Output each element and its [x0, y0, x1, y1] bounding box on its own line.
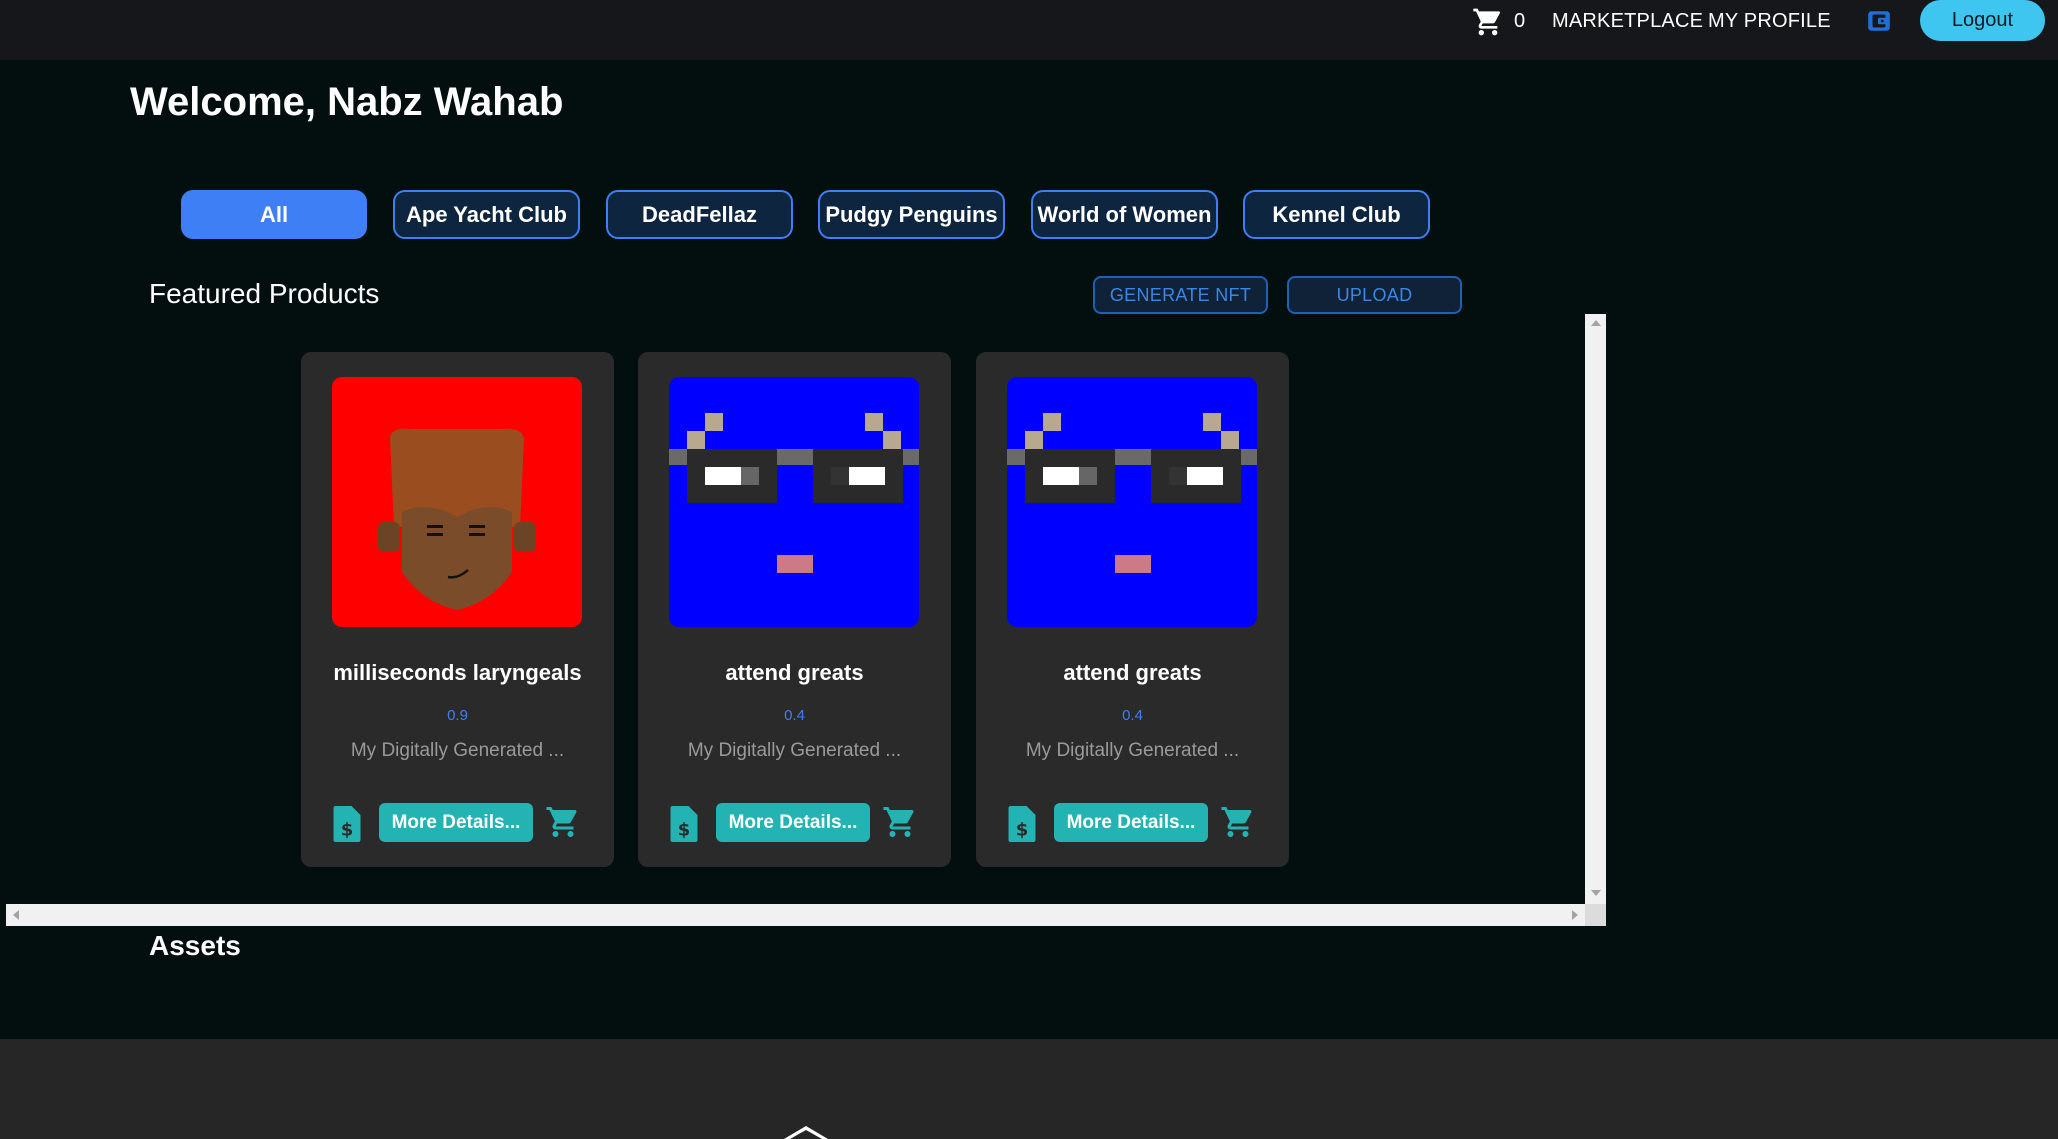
svg-text:$: $ — [1016, 819, 1029, 840]
product-image[interactable] — [1007, 377, 1257, 627]
footer — [0, 1039, 2058, 1139]
product-image[interactable] — [669, 377, 919, 627]
nav-my-profile-link[interactable]: MY PROFILE — [1708, 10, 1831, 33]
product-price: 0.9 — [447, 707, 468, 724]
product-name: attend greats — [1063, 660, 1202, 685]
scroll-down-arrow[interactable] — [1591, 890, 1601, 896]
scrollbar-corner — [1585, 904, 1606, 926]
scroll-left-arrow[interactable] — [13, 910, 19, 920]
product-description: My Digitally Generated ... — [350, 740, 565, 761]
product-price: 0.4 — [1122, 707, 1143, 724]
upload-button[interactable]: UPLOAD — [1287, 276, 1462, 314]
product-card: attend greats 0.4 My Digitally Generated… — [638, 352, 951, 867]
invoice-document-icon[interactable]: $ — [333, 806, 361, 842]
nav-marketplace-link[interactable]: MARKETPLACE — [1552, 10, 1703, 33]
product-name: milliseconds laryngeals — [333, 660, 582, 685]
add-to-cart-icon[interactable] — [882, 804, 918, 840]
more-details-button[interactable]: More Details... — [1054, 803, 1208, 842]
more-details-button[interactable]: More Details... — [379, 803, 533, 842]
filter-ape-yacht-club[interactable]: Ape Yacht Club — [393, 190, 580, 239]
cart-count: 0 — [1514, 10, 1526, 32]
footer-logo-icon — [784, 1126, 828, 1139]
invoice-document-icon[interactable]: $ — [1008, 806, 1036, 842]
shopping-cart-icon[interactable] — [1472, 6, 1504, 38]
wallet-icon[interactable] — [1866, 8, 1892, 34]
svg-text:$: $ — [341, 819, 354, 840]
filter-pudgy-penguins[interactable]: Pudgy Penguins — [818, 190, 1005, 239]
welcome-heading: Welcome, Nabz Wahab — [130, 80, 564, 124]
add-to-cart-icon[interactable] — [545, 804, 581, 840]
product-price: 0.4 — [784, 707, 805, 724]
featured-products-title: Featured Products — [149, 278, 380, 309]
more-details-button[interactable]: More Details... — [716, 803, 870, 842]
generate-nft-button[interactable]: GENERATE NFT — [1093, 276, 1268, 314]
filter-deadfellaz[interactable]: DeadFellaz — [606, 190, 793, 239]
scroll-up-arrow[interactable] — [1591, 320, 1601, 326]
invoice-document-icon[interactable]: $ — [670, 806, 698, 842]
svg-text:$: $ — [678, 819, 691, 840]
product-name: attend greats — [725, 660, 864, 685]
vertical-scrollbar[interactable] — [1585, 314, 1606, 904]
product-card: milliseconds laryngeals 0.9 My Digitally… — [301, 352, 614, 867]
add-to-cart-icon[interactable] — [1220, 804, 1256, 840]
product-description: My Digitally Generated ... — [1025, 740, 1240, 761]
horizontal-scrollbar[interactable] — [6, 904, 1586, 926]
product-description: My Digitally Generated ... — [687, 740, 902, 761]
assets-title: Assets — [149, 930, 241, 961]
filter-all[interactable]: All — [181, 190, 367, 239]
product-image[interactable] — [332, 377, 582, 627]
filter-world-of-women[interactable]: World of Women — [1031, 190, 1218, 239]
top-navbar: 0 MARKETPLACE MY PROFILE Logout — [0, 0, 2058, 60]
logout-button[interactable]: Logout — [1920, 0, 2045, 41]
scroll-right-arrow[interactable] — [1572, 910, 1578, 920]
product-card: attend greats 0.4 My Digitally Generated… — [976, 352, 1289, 867]
filter-kennel-club[interactable]: Kennel Club — [1243, 190, 1430, 239]
